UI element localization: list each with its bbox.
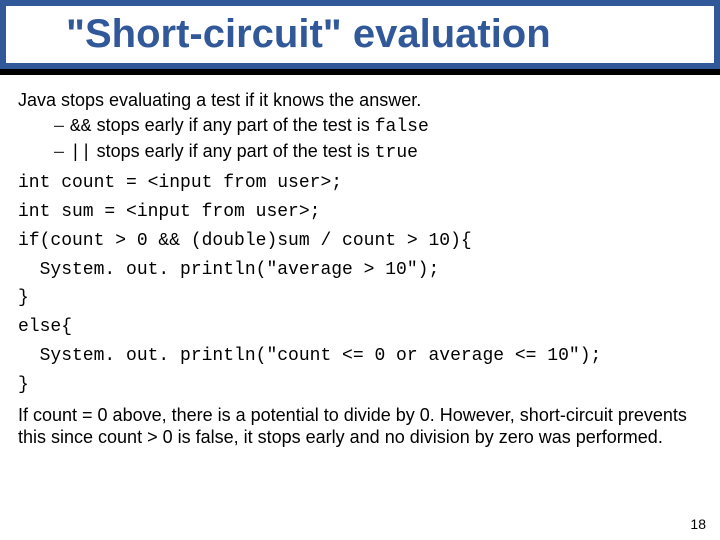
bullet-text: stops early if any part of the test is — [92, 115, 375, 135]
slide-body: Java stops evaluating a test if it knows… — [0, 75, 720, 449]
bullet-dash-icon: – — [54, 114, 70, 137]
slide-title: "Short-circuit" evaluation — [66, 12, 674, 57]
bullet-dash-icon: – — [54, 140, 70, 163]
title-inner: "Short-circuit" evaluation — [6, 6, 714, 63]
bullet-item: – && stops early if any part of the test… — [54, 114, 702, 139]
lead-text: Java stops evaluating a test if it knows… — [18, 89, 702, 112]
bullet-item: – || stops early if any part of the test… — [54, 140, 702, 165]
code-block: int count = <input from user>; int sum =… — [18, 169, 702, 399]
explanation-text: If count = 0 above, there is a potential… — [18, 404, 702, 449]
bullet-body: || stops early if any part of the test i… — [70, 140, 702, 165]
operator-code: && — [70, 117, 92, 137]
page-number: 18 — [690, 516, 706, 532]
slide: "Short-circuit" evaluation Java stops ev… — [0, 0, 720, 540]
operator-code: || — [70, 143, 92, 163]
bullet-text: stops early if any part of the test is — [92, 141, 375, 161]
bullet-tail-code: false — [375, 117, 429, 137]
title-bar: "Short-circuit" evaluation — [0, 0, 720, 75]
bullet-tail-code: true — [375, 143, 418, 163]
bullet-list: – && stops early if any part of the test… — [54, 114, 702, 165]
bullet-body: && stops early if any part of the test i… — [70, 114, 702, 139]
